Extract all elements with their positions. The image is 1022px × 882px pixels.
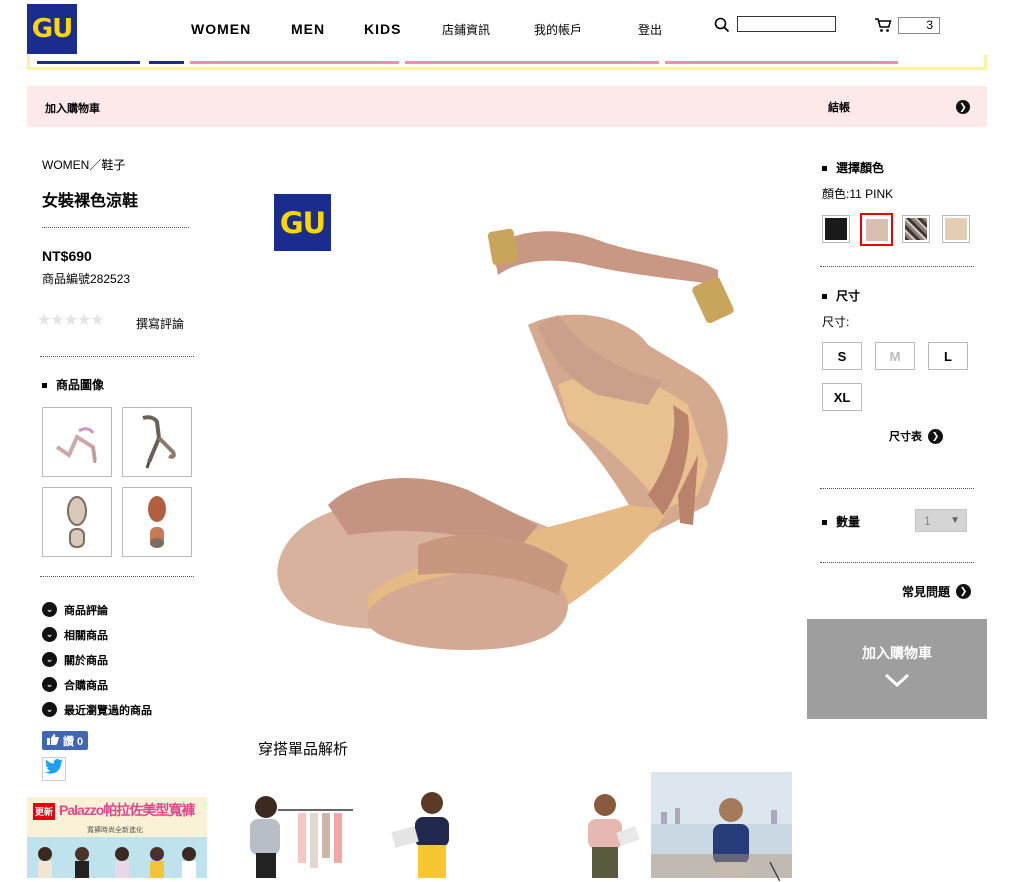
divider: [820, 266, 974, 267]
checkout-link[interactable]: 結帳 ❯: [828, 99, 970, 115]
size-xl-button[interactable]: XL: [822, 383, 862, 411]
styling-image-1[interactable]: [238, 785, 358, 878]
product-thumbnail[interactable]: [42, 487, 112, 557]
promo-tab: [665, 55, 898, 64]
side-links: ⌄ 商品評論 ⌄ 相關商品 ⌄ 關於商品 ⌄ 合購商品 ⌄ 最近瀏覽過的商品: [42, 597, 152, 722]
promo-tab: [37, 55, 140, 64]
styling-heading: 穿搭單品解析: [258, 741, 349, 758]
quantity-value: 1: [924, 513, 931, 528]
facebook-like-button[interactable]: 讚 0: [42, 731, 89, 750]
chevron-down-icon: ⌄: [42, 602, 57, 617]
side-link-bundle[interactable]: ⌄ 合購商品: [42, 672, 152, 697]
faq-label: 常見問題: [902, 585, 951, 599]
search-input[interactable]: [737, 16, 836, 32]
divider: [40, 356, 194, 357]
divider: [820, 562, 974, 563]
color-swatch-pink[interactable]: [860, 213, 893, 246]
add-to-cart-button[interactable]: 加入購物車: [807, 619, 987, 719]
add-to-cart-label: 加入購物車: [862, 645, 932, 661]
color-label: 顏色:11 PINK: [822, 187, 894, 201]
size-m-button[interactable]: M: [875, 342, 915, 370]
size-label: 尺寸:: [822, 315, 850, 329]
divider: [820, 488, 974, 489]
chevron-right-icon: ❯: [928, 428, 943, 444]
quantity-select[interactable]: 1 ▼: [915, 509, 967, 532]
write-review-link[interactable]: 撰寫評論: [136, 315, 184, 332]
chevron-down-icon: ⌄: [42, 652, 57, 667]
dropdown-arrow-icon: ▼: [950, 515, 960, 526]
styling-image-3[interactable]: [570, 785, 650, 878]
promo-tab: [190, 55, 399, 64]
nav-store-info[interactable]: 店鋪資訊: [442, 21, 490, 38]
breadcrumb[interactable]: WOMEN／鞋子: [42, 156, 125, 173]
divider: [42, 227, 189, 228]
product-thumbnail[interactable]: [122, 407, 192, 477]
color-heading: 選擇顏色: [822, 159, 884, 176]
faq-link[interactable]: 常見問題 ❯: [902, 583, 972, 600]
color-swatch-black[interactable]: [822, 215, 850, 243]
side-link-about[interactable]: ⌄ 關於商品: [42, 647, 152, 672]
color-swatch-python[interactable]: [902, 215, 930, 243]
checkout-label: 結帳: [828, 102, 850, 114]
banner-title: Palazzo帕拉佐美型寬褲: [59, 802, 195, 818]
promo-tab: [405, 55, 659, 64]
divider: [40, 576, 194, 577]
chevron-down-icon: ⌄: [42, 702, 57, 717]
search-icon[interactable]: [714, 17, 730, 38]
product-price: NT$690: [42, 248, 92, 264]
chevron-down-icon: ⌄: [42, 627, 57, 642]
side-link-related[interactable]: ⌄ 相關商品: [42, 622, 152, 647]
product-thumbnail[interactable]: [122, 487, 192, 557]
images-heading: 商品圖像: [42, 376, 104, 393]
carousel-next-icon[interactable]: ╲: [770, 862, 780, 882]
banner-subtitle: 寬褲時尚全新進化: [87, 827, 143, 834]
nav-kids[interactable]: KIDS: [364, 21, 401, 37]
product-code: 商品編號282523: [42, 272, 131, 286]
product-thumbnail[interactable]: [42, 407, 112, 477]
chevron-down-icon: [807, 673, 987, 692]
twitter-share-button[interactable]: [42, 757, 66, 781]
chevron-right-icon: ❯: [956, 100, 970, 114]
chevron-right-icon: ❯: [956, 584, 972, 599]
cart-count[interactable]: 3: [898, 17, 940, 34]
promo-tab: [149, 55, 184, 64]
size-chart-label: 尺寸表: [889, 431, 922, 443]
size-heading: 尺寸: [822, 287, 860, 304]
size-s-button[interactable]: S: [822, 342, 862, 370]
product-main-image[interactable]: [268, 205, 748, 665]
thumbs-up-icon: [47, 733, 59, 748]
side-link-recent[interactable]: ⌄ 最近瀏覽過的商品: [42, 697, 152, 722]
styling-image-2[interactable]: [385, 785, 475, 878]
banner-models-image: [27, 837, 207, 878]
nav-logout[interactable]: 登出: [638, 21, 662, 38]
size-l-button[interactable]: L: [928, 342, 968, 370]
cart-icon[interactable]: [874, 17, 892, 38]
banner-badge: 更新: [33, 803, 56, 820]
rating-stars: ★★★★★: [37, 312, 105, 329]
quantity-heading: 數量: [822, 513, 860, 530]
nav-men[interactable]: MEN: [291, 21, 325, 37]
nav-my-account[interactable]: 我的帳戶: [534, 21, 582, 38]
gu-logo[interactable]: GU: [27, 4, 77, 54]
twitter-bird-icon: [45, 759, 63, 779]
product-title: 女裝裸色涼鞋: [42, 191, 139, 210]
nav-women[interactable]: WOMEN: [191, 21, 251, 37]
side-link-reviews[interactable]: ⌄ 商品評論: [42, 597, 152, 622]
color-swatch-beige[interactable]: [942, 215, 970, 243]
size-chart-link[interactable]: 尺寸表 ❯: [889, 428, 943, 444]
promo-banner[interactable]: 更新 Palazzo帕拉佐美型寬褲 寬褲時尚全新進化: [27, 797, 207, 878]
chevron-down-icon: ⌄: [42, 677, 57, 692]
cart-bar-add-label: 加入購物車: [45, 103, 100, 115]
